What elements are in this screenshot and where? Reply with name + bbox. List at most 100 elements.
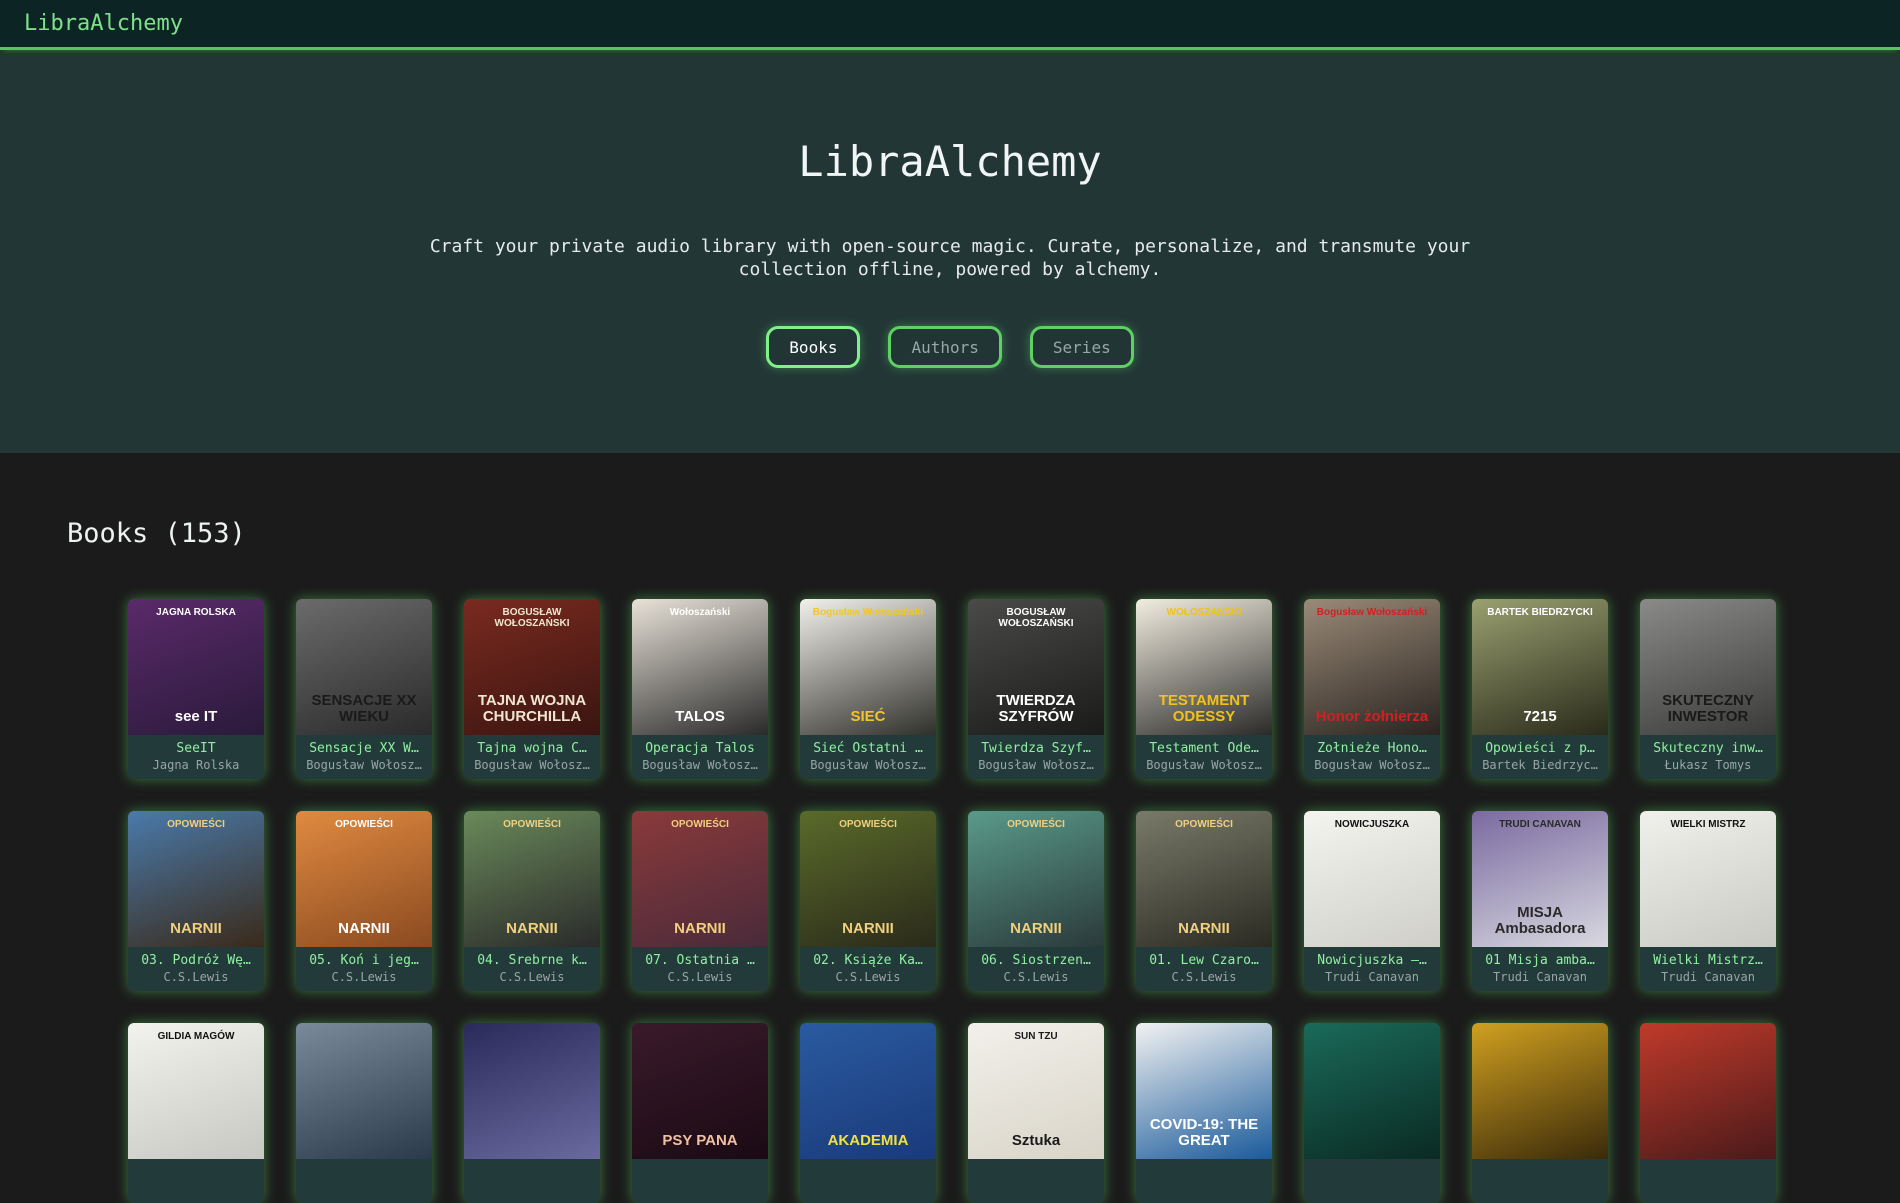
book-author: Łukasz Tomys [1664,758,1752,772]
cover-title-text: NARNII [338,920,390,937]
book-cover-image: COVID-19: THE GREAT [1136,1023,1272,1159]
book-title: Skuteczny inw… [1653,741,1763,756]
book-card[interactable]: OPOWIEŚCI NARNII 01. Lew Czaro… C.S.Lewis [1136,811,1272,991]
cover-title-text: NARNII [506,920,558,937]
book-card[interactable] [1304,1023,1440,1203]
book-cover-image: Bogusław Wołoszański Honor żołnierza [1304,599,1440,735]
book-card[interactable]: Bogusław Wołoszański SIEĆ Sieć Ostatni … Bo… [800,599,936,779]
book-author: Bogusław Wołosz… [978,758,1094,772]
book-author: C.S.Lewis [1003,970,1069,984]
book-title: 03. Podróż Wę… [141,953,251,968]
book-card[interactable]: BOGUSŁAW WOŁOSZAŃSKI TAJNA WOJNA CHURCHIL… [464,599,600,779]
book-author: C.S.Lewis [163,970,229,984]
book-card[interactable]: GILDIA MAGÓW [128,1023,264,1203]
cover-author-text: JAGNA ROLSKA [156,607,236,618]
book-card[interactable] [1640,1023,1776,1203]
book-card[interactable]: SENSACJE XX WIEKU Sensacje XX W… Bogusław … [296,599,432,779]
book-title: Żołnieże Hono… [1317,741,1427,756]
book-title: 05. Koń i jeg… [309,953,419,968]
cover-author-text: OPOWIEŚCI [671,819,729,830]
book-card[interactable] [296,1023,432,1203]
book-card[interactable]: TRUDI CANAVAN MISJA Ambasadora 01 Misja am… [1472,811,1608,991]
book-author: Bogusław Wołosz… [642,758,758,772]
book-author: Bogusław Wołosz… [474,758,590,772]
book-cover-image: SKUTECZNY INWESTOR [1640,599,1776,735]
tab-books[interactable]: Books [766,326,861,368]
books-section-heading: Books (153) [67,518,246,549]
book-card[interactable]: JAGNA ROLSKA see IT SeeIT Jagna Rolska [128,599,264,779]
book-author: Bogusław Wołosz… [306,758,422,772]
book-card[interactable]: BARTEK BIEDRZYCKI 7215 Opowieści z p… Barte… [1472,599,1608,779]
book-author: C.S.Lewis [331,970,397,984]
top-navbar: LibraAlchemy [0,0,1900,50]
book-title: Sensacje XX W… [309,741,419,756]
book-card[interactable]: OPOWIEŚCI NARNII 06. Siostrzen… C.S.Lewis [968,811,1104,991]
book-card[interactable]: OPOWIEŚCI NARNII 02. Książe Ka… C.S.Lewis [800,811,936,991]
book-card[interactable]: OPOWIEŚCI NARNII 03. Podróż Wę… C.S.Lewis [128,811,264,991]
book-cover-image: Bogusław Wołoszański SIEĆ [800,599,936,735]
book-card[interactable]: OPOWIEŚCI NARNII 05. Koń i jeg… C.S.Lewis [296,811,432,991]
book-card[interactable]: WOŁOSZAŃSKI TESTAMENT ODESSY Testament Ode… [1136,599,1272,779]
cover-title-text: Honor żołnierza [1315,708,1429,725]
navbar-brand-link[interactable]: LibraAlchemy [24,11,183,36]
cover-author-text: SUN TZU [1014,1031,1058,1042]
cover-author-text: Wołoszański [669,607,731,618]
book-author: Trudi Canavan [1493,970,1587,984]
book-card[interactable]: Wołoszański TALOS Operacja Talos Bogusław W… [632,599,768,779]
book-title: Wielki Mistrz… [1653,953,1763,968]
book-card[interactable] [464,1023,600,1203]
book-card[interactable]: BOGUSŁAW WOŁOSZAŃSKI TWIERDZA SZYFRÓW Twie… [968,599,1104,779]
cover-title-text: NARNII [842,920,894,937]
cover-author-text: WOŁOSZAŃSKI [1166,607,1242,618]
book-card[interactable]: OPOWIEŚCI NARNII 07. Ostatnia … C.S.Lewis [632,811,768,991]
hero-title: LibraAlchemy [798,137,1102,186]
cover-author-text: Bogusław Wołoszański [812,607,924,618]
book-card[interactable]: NOWICJUSZKA Nowicjuszka –… Trudi Canavan [1304,811,1440,991]
book-title: Twierdza Szyf… [981,741,1091,756]
cover-title-text: COVID-19: THE GREAT [1149,1116,1259,1149]
book-title: Tajna wojna C… [477,741,587,756]
book-card[interactable]: AKADEMIA [800,1023,936,1203]
book-card[interactable]: WIELKI MISTRZ Wielki Mistrz… Trudi Canavan [1640,811,1776,991]
cover-title-text: NARNII [170,920,222,937]
book-title: Testament Ode… [1149,741,1259,756]
book-author: Trudi Canavan [1325,970,1419,984]
book-cover-image: OPOWIEŚCI NARNII [1136,811,1272,947]
book-card[interactable] [1472,1023,1608,1203]
cover-title-text: NARNII [1178,920,1230,937]
book-author: C.S.Lewis [667,970,733,984]
book-title: Nowicjuszka –… [1317,953,1427,968]
cover-author-text: OPOWIEŚCI [1007,819,1065,830]
tab-authors[interactable]: Authors [888,326,1002,368]
cover-title-text: MISJA Ambasadora [1494,904,1586,937]
cover-title-text: PSY PANA [662,1132,738,1149]
cover-title-text: AKADEMIA [827,1132,909,1149]
book-title: 01. Lew Czaro… [1149,953,1259,968]
book-title: 02. Książe Ka… [813,953,923,968]
book-cover-image: BOGUSŁAW WOŁOSZAŃSKI TAJNA WOJNA CHURCHIL… [464,599,600,735]
book-author: Bogusław Wołosz… [1314,758,1430,772]
book-card[interactable]: PSY PANA [632,1023,768,1203]
book-title: Opowieści z p… [1485,741,1595,756]
book-cover-image [1304,1023,1440,1159]
cover-author-text: BARTEK BIEDRZYCKI [1487,607,1593,618]
cover-title-text: TESTAMENT ODESSY [1158,692,1250,725]
book-cover-image [296,1023,432,1159]
cover-author-text: OPOWIEŚCI [503,819,561,830]
book-title: 07. Ostatnia … [645,953,755,968]
cover-title-text: TAJNA WOJNA CHURCHILLA [477,692,587,725]
book-card[interactable]: SUN TZU Sztuka [968,1023,1104,1203]
book-card[interactable]: OPOWIEŚCI NARNII 04. Srebrne k… C.S.Lewis [464,811,600,991]
book-cover-image: OPOWIEŚCI NARNII [296,811,432,947]
book-author: C.S.Lewis [835,970,901,984]
tab-series[interactable]: Series [1029,326,1134,368]
cover-author-text: OPOWIEŚCI [167,819,225,830]
book-cover-image: OPOWIEŚCI NARNII [464,811,600,947]
cover-author-text: BOGUSŁAW WOŁOSZAŃSKI [998,607,1074,629]
book-card[interactable]: COVID-19: THE GREAT [1136,1023,1272,1203]
book-card[interactable]: Bogusław Wołoszański Honor żołnierza Żołni… [1304,599,1440,779]
book-card[interactable]: SKUTECZNY INWESTOR Skuteczny inw… Łukasz T… [1640,599,1776,779]
book-author: Bartek Biedrzyc… [1482,758,1598,772]
book-cover-image: NOWICJUSZKA [1304,811,1440,947]
book-cover-image: PSY PANA [632,1023,768,1159]
